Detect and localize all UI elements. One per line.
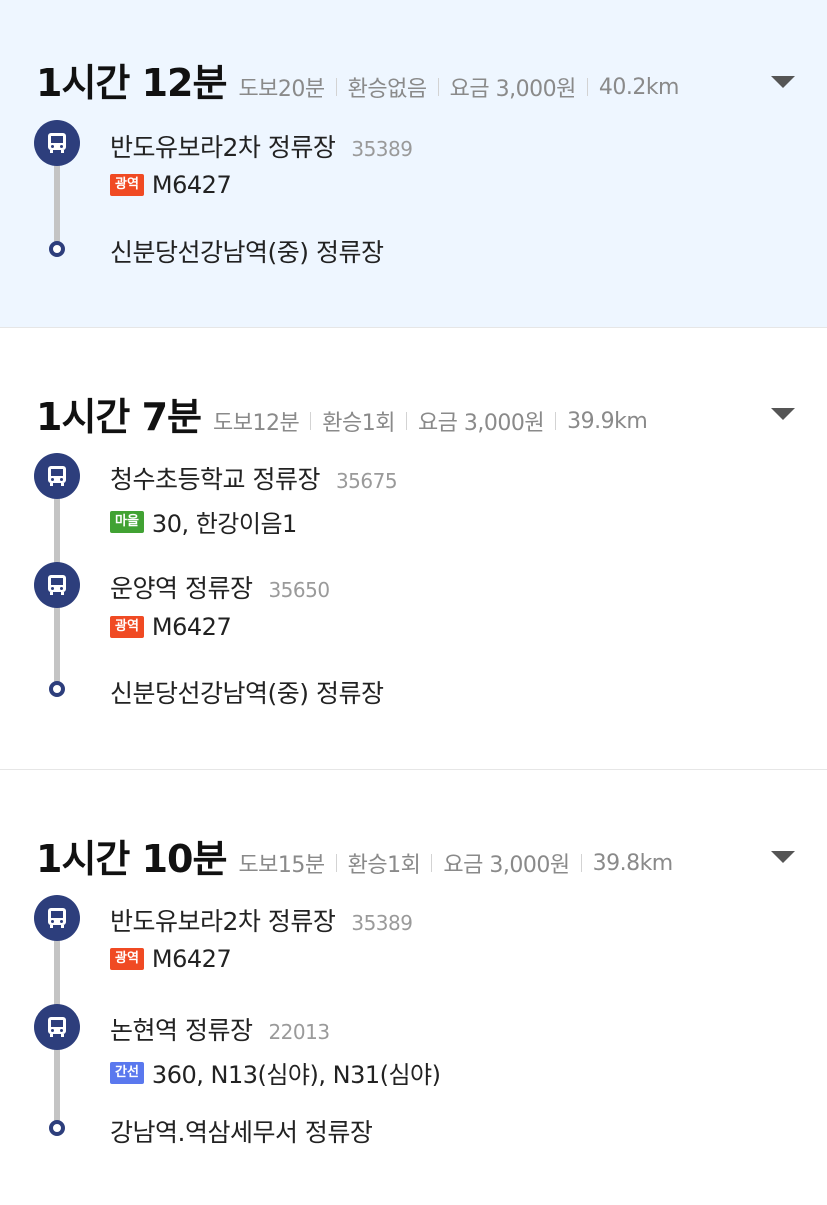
fare: 요금 3,000원 <box>449 77 577 102</box>
bus-type-badge: 간선 <box>110 1061 144 1084</box>
destination-dot-icon <box>49 241 65 257</box>
bus-icon <box>34 453 80 499</box>
divider <box>335 78 337 96</box>
bus-type-badge: 마을 <box>110 510 144 533</box>
bus-numbers: 360, N13(심야), N31(심야) <box>151 1061 441 1089</box>
divider <box>310 412 312 430</box>
bus-numbers: 30, 한강이음1 <box>151 510 297 538</box>
bus-icon <box>34 562 80 608</box>
bus-icon <box>34 120 80 166</box>
transfer-count: 환승없음 <box>347 77 427 102</box>
stop-name: 반도유보라2차 정류장 <box>110 907 336 936</box>
transfer-stop[interactable]: 논현역 정류장 22013 <box>110 1011 330 1047</box>
bus-line-info[interactable]: 간선 360, N13(심야), N31(심야) <box>110 1055 441 1090</box>
divider <box>586 78 588 96</box>
route-summary: 1시간 7분 도보12분 환승1회 요금 3,000원 39.9km <box>36 386 648 441</box>
distance: 39.8km <box>592 850 674 876</box>
bus-type-badge: 광역 <box>110 174 144 196</box>
distance: 39.9km <box>567 408 648 434</box>
stop-id: 35389 <box>351 137 413 161</box>
route-option-1[interactable]: 1시간 12분 도보20분 환승없음 요금 3,000원 40.2km 반도유보… <box>0 0 827 328</box>
boarding-stop[interactable]: 청수초등학교 정류장 35675 <box>110 460 398 496</box>
fare: 요금 3,000원 <box>417 411 545 436</box>
bus-line-info[interactable]: 광역 M6427 <box>110 171 232 199</box>
bus-line-info[interactable]: 광역 M6427 <box>110 945 232 973</box>
route-option-2[interactable]: 1시간 7분 도보12분 환승1회 요금 3,000원 39.9km 청수초등학… <box>0 328 827 770</box>
destination-dot-icon <box>49 1120 65 1136</box>
bus-type-badge: 광역 <box>110 948 144 970</box>
destination-stop[interactable]: 신분당선강남역(중) 정류장 <box>110 674 384 710</box>
route-summary: 1시간 12분 도보20분 환승없음 요금 3,000원 40.2km <box>36 52 679 107</box>
chevron-down-icon[interactable] <box>771 76 795 88</box>
chevron-down-icon[interactable] <box>771 408 795 420</box>
walk-time: 도보15분 <box>238 853 325 878</box>
bus-numbers: M6427 <box>151 171 232 199</box>
stop-name: 논현역 정류장 <box>110 1016 253 1045</box>
bus-numbers: M6427 <box>151 613 232 641</box>
bus-icon <box>34 1004 80 1050</box>
walk-time: 도보20분 <box>238 77 325 102</box>
distance: 40.2km <box>598 74 680 100</box>
bus-icon <box>34 895 80 941</box>
destination-dot-icon <box>49 681 65 697</box>
bus-line-info[interactable]: 광역 M6427 <box>110 613 232 641</box>
total-time: 1시간 12분 <box>36 61 227 105</box>
divider <box>405 412 407 430</box>
stop-name: 운양역 정류장 <box>110 574 253 603</box>
route-meta: 도보15분 환승1회 요금 3,000원 39.8km <box>238 847 674 879</box>
boarding-stop[interactable]: 반도유보라2차 정류장 35389 <box>110 902 413 938</box>
stop-name: 반도유보라2차 정류장 <box>110 133 336 162</box>
total-time: 1시간 10분 <box>36 837 227 881</box>
destination-stop[interactable]: 신분당선강남역(중) 정류장 <box>110 233 384 269</box>
stop-name: 청수초등학교 정류장 <box>110 465 320 494</box>
route-summary: 1시간 10분 도보15분 환승1회 요금 3,000원 39.8km <box>36 828 673 883</box>
bus-type-badge: 광역 <box>110 616 144 638</box>
bus-line-info[interactable]: 마을 30, 한강이음1 <box>110 504 297 539</box>
boarding-stop[interactable]: 반도유보라2차 정류장 35389 <box>110 128 413 164</box>
total-time: 1시간 7분 <box>36 395 202 439</box>
chevron-down-icon[interactable] <box>771 851 795 863</box>
divider <box>580 854 582 872</box>
stop-id: 22013 <box>268 1020 330 1044</box>
stop-id: 35389 <box>351 911 413 935</box>
transfer-count: 환승1회 <box>322 411 395 436</box>
route-meta: 도보12분 환승1회 요금 3,000원 39.9km <box>213 405 648 437</box>
divider <box>431 854 433 872</box>
fare: 요금 3,000원 <box>443 853 570 878</box>
transfer-count: 환승1회 <box>347 853 421 878</box>
bus-numbers: M6427 <box>151 945 232 973</box>
route-meta: 도보20분 환승없음 요금 3,000원 40.2km <box>238 71 679 103</box>
divider <box>555 412 557 430</box>
transfer-stop[interactable]: 운양역 정류장 35650 <box>110 569 330 605</box>
stop-id: 35650 <box>268 578 330 602</box>
divider <box>437 78 439 96</box>
route-option-3[interactable]: 1시간 10분 도보15분 환승1회 요금 3,000원 39.8km 반도유보… <box>0 770 827 1205</box>
stop-id: 35675 <box>335 469 398 493</box>
walk-time: 도보12분 <box>213 411 300 436</box>
destination-stop[interactable]: 강남역.역삼세무서 정류장 <box>110 1113 373 1149</box>
divider <box>335 854 337 872</box>
